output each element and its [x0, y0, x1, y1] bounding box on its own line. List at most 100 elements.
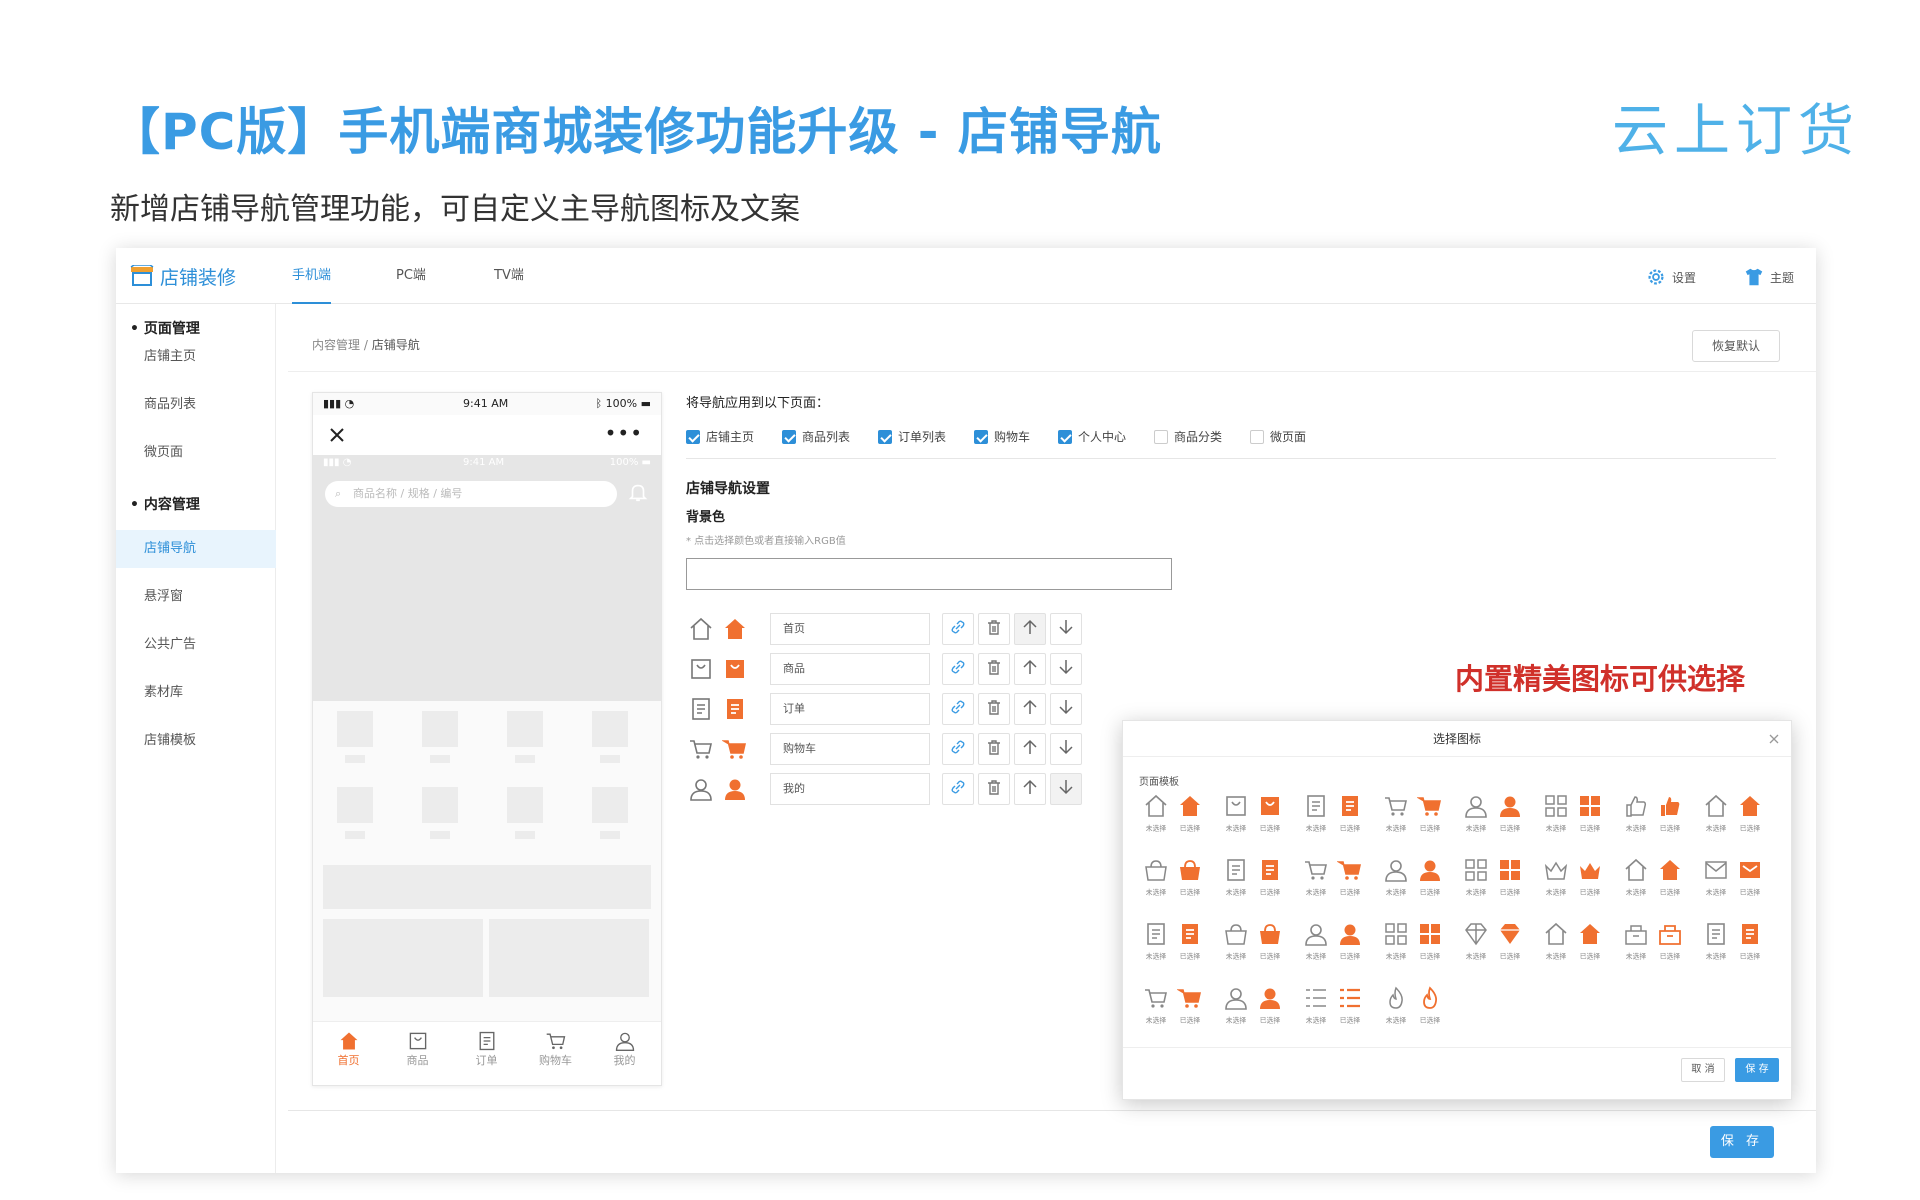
- delete-button[interactable]: [978, 653, 1010, 685]
- check-product-list[interactable]: 商品列表: [782, 428, 850, 445]
- settings-button[interactable]: 设置: [1645, 266, 1696, 288]
- bg-color-input[interactable]: [686, 558, 1172, 590]
- phone-tab-goods[interactable]: 商品: [383, 1030, 452, 1068]
- reset-default-button[interactable]: 恢复默认: [1692, 330, 1780, 362]
- icon-option-selected[interactable]: 已选择: [1653, 793, 1687, 845]
- phone-tab-cart[interactable]: 购物车: [521, 1030, 590, 1068]
- icon-option-unselected[interactable]: 未选择: [1219, 793, 1253, 845]
- user-icon[interactable]: [722, 776, 748, 802]
- move-down-button[interactable]: [1050, 733, 1082, 765]
- icon-option-selected[interactable]: 已选择: [1573, 921, 1607, 973]
- icon-option-unselected[interactable]: 未选择: [1459, 921, 1493, 973]
- icon-option-selected[interactable]: 已选择: [1413, 857, 1447, 909]
- icon-option-unselected[interactable]: 未选择: [1619, 857, 1653, 909]
- move-up-button[interactable]: [1014, 733, 1046, 765]
- icon-option-selected[interactable]: 已选择: [1173, 921, 1207, 973]
- cart-icon[interactable]: [688, 736, 714, 762]
- order-icon[interactable]: [722, 696, 748, 722]
- close-icon[interactable]: [329, 427, 345, 443]
- icon-option-selected[interactable]: 已选择: [1173, 857, 1207, 909]
- icon-option-selected[interactable]: 已选择: [1493, 857, 1527, 909]
- icon-option-unselected[interactable]: 未选择: [1379, 857, 1413, 909]
- icon-option-selected[interactable]: 已选择: [1653, 921, 1687, 973]
- bag-icon[interactable]: [722, 656, 748, 682]
- tab-pc[interactable]: PC端: [396, 248, 426, 304]
- modal-save-button[interactable]: 保 存: [1735, 1058, 1779, 1082]
- sidebar-item-material-lib[interactable]: 素材库: [116, 674, 276, 712]
- move-down-button[interactable]: [1050, 613, 1082, 645]
- home-icon[interactable]: [688, 616, 714, 642]
- move-down-button[interactable]: [1050, 653, 1082, 685]
- link-button[interactable]: [942, 613, 974, 645]
- checkbox[interactable]: [878, 429, 892, 444]
- tab-mobile[interactable]: 手机端: [292, 248, 332, 304]
- phone-tab-mine[interactable]: 我的: [590, 1030, 659, 1068]
- icon-option-unselected[interactable]: 未选择: [1299, 793, 1333, 845]
- sidebar-item-store-home[interactable]: 店铺主页: [116, 338, 276, 376]
- icon-option-unselected[interactable]: 未选择: [1139, 793, 1173, 845]
- phone-tab-home[interactable]: 首页: [314, 1030, 383, 1068]
- checkbox[interactable]: [1154, 429, 1168, 444]
- nav-text-input[interactable]: 我的: [770, 773, 930, 805]
- icon-option-unselected[interactable]: 未选择: [1699, 793, 1733, 845]
- sidebar-item-product-list[interactable]: 商品列表: [116, 386, 276, 424]
- icon-option-selected[interactable]: 已选择: [1413, 793, 1447, 845]
- check-micro-page[interactable]: 微页面: [1250, 428, 1306, 445]
- check-category[interactable]: 商品分类: [1154, 428, 1222, 445]
- check-user-center[interactable]: 个人中心: [1058, 428, 1126, 445]
- icon-option-selected[interactable]: 已选择: [1253, 857, 1287, 909]
- icon-option-selected[interactable]: 已选择: [1253, 793, 1287, 845]
- icon-option-selected[interactable]: 已选择: [1333, 985, 1367, 1037]
- nav-text-input[interactable]: 订单: [770, 693, 930, 725]
- phone-search-input[interactable]: ⌕ 商品名称 / 规格 / 编号: [325, 481, 617, 507]
- move-up-button[interactable]: [1014, 693, 1046, 725]
- icon-option-unselected[interactable]: 未选择: [1539, 793, 1573, 845]
- icon-option-unselected[interactable]: 未选择: [1619, 921, 1653, 973]
- nav-text-input[interactable]: 首页: [770, 613, 930, 645]
- icon-option-unselected[interactable]: 未选择: [1539, 857, 1573, 909]
- link-button[interactable]: [942, 693, 974, 725]
- check-order-list[interactable]: 订单列表: [878, 428, 946, 445]
- icon-option-selected[interactable]: 已选择: [1413, 921, 1447, 973]
- icon-option-unselected[interactable]: 未选择: [1219, 985, 1253, 1037]
- icon-option-selected[interactable]: 已选择: [1573, 857, 1607, 909]
- sidebar-item-store-template[interactable]: 店铺模板: [116, 722, 276, 760]
- sidebar-item-float-window[interactable]: 悬浮窗: [116, 578, 276, 616]
- home-icon[interactable]: [722, 616, 748, 642]
- checkbox[interactable]: [1058, 429, 1072, 444]
- theme-button[interactable]: 主题: [1743, 266, 1794, 288]
- icon-option-unselected[interactable]: 未选择: [1219, 857, 1253, 909]
- icon-option-unselected[interactable]: 未选择: [1299, 857, 1333, 909]
- checkbox[interactable]: [974, 429, 988, 444]
- icon-option-selected[interactable]: 已选择: [1173, 793, 1207, 845]
- move-up-button[interactable]: [1014, 613, 1046, 645]
- close-icon[interactable]: [1767, 731, 1781, 745]
- icon-option-selected[interactable]: 已选择: [1733, 921, 1767, 973]
- icon-option-selected[interactable]: 已选择: [1333, 857, 1367, 909]
- phone-tab-orders[interactable]: 订单: [452, 1030, 521, 1068]
- icon-option-selected[interactable]: 已选择: [1733, 857, 1767, 909]
- icon-option-selected[interactable]: 已选择: [1573, 793, 1607, 845]
- breadcrumb-root[interactable]: 内容管理: [312, 338, 360, 352]
- check-cart[interactable]: 购物车: [974, 428, 1030, 445]
- delete-button[interactable]: [978, 693, 1010, 725]
- tab-tv[interactable]: TV端: [494, 248, 524, 304]
- icon-option-unselected[interactable]: 未选择: [1699, 857, 1733, 909]
- delete-button[interactable]: [978, 733, 1010, 765]
- link-button[interactable]: [942, 733, 974, 765]
- icon-option-unselected[interactable]: 未选择: [1219, 921, 1253, 973]
- sidebar-item-micro-page[interactable]: 微页面: [116, 434, 276, 472]
- move-up-button[interactable]: [1014, 653, 1046, 685]
- icon-option-unselected[interactable]: 未选择: [1299, 921, 1333, 973]
- bag-icon[interactable]: [688, 656, 714, 682]
- icon-option-unselected[interactable]: 未选择: [1619, 793, 1653, 845]
- icon-option-selected[interactable]: 已选择: [1493, 921, 1527, 973]
- icon-option-unselected[interactable]: 未选择: [1299, 985, 1333, 1037]
- checkbox[interactable]: [782, 429, 796, 444]
- nav-text-input[interactable]: 商品: [770, 653, 930, 685]
- move-up-button[interactable]: [1014, 773, 1046, 805]
- icon-option-selected[interactable]: 已选择: [1253, 921, 1287, 973]
- nav-text-input[interactable]: 购物车: [770, 733, 930, 765]
- icon-option-selected[interactable]: 已选择: [1253, 985, 1287, 1037]
- icon-option-unselected[interactable]: 未选择: [1139, 857, 1173, 909]
